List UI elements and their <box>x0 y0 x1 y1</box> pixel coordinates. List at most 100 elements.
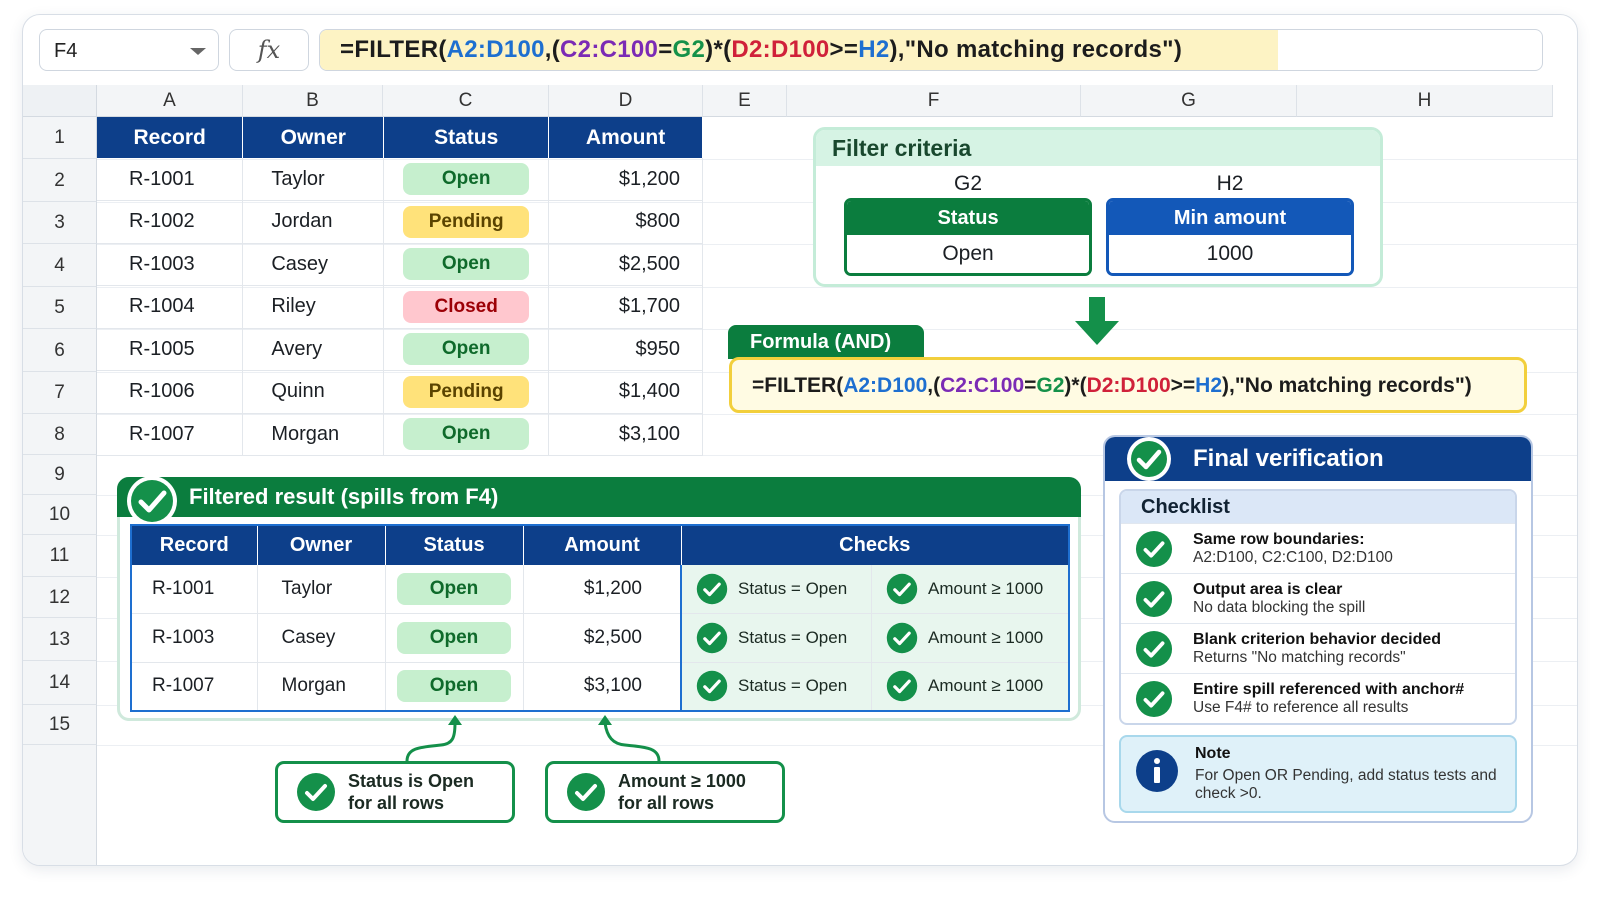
checklist-item: Entire spill referenced with anchor# Use … <box>1121 673 1515 723</box>
row-header[interactable]: 15 <box>23 705 97 745</box>
formula-token: D2:D100 <box>1086 374 1171 397</box>
record-cell[interactable]: R-1002 <box>97 200 244 244</box>
amount-criterion-cell[interactable]: Min amount 1000 <box>1106 198 1354 276</box>
header-record[interactable]: Record <box>97 117 244 158</box>
owner-cell[interactable]: Quinn <box>242 370 385 414</box>
status-cell[interactable]: Open <box>385 565 524 614</box>
column-header[interactable]: G <box>1081 85 1297 117</box>
status-criterion-value[interactable]: Open <box>847 235 1089 273</box>
record-cell[interactable]: R-1007 <box>97 413 244 456</box>
column-header[interactable]: D <box>549 85 703 117</box>
record-cell[interactable]: R-1004 <box>97 285 244 329</box>
amount-cell[interactable]: $1,200 <box>548 158 703 201</box>
row-header[interactable]: 8 <box>23 414 97 455</box>
row-header[interactable]: 6 <box>23 329 97 372</box>
amount-criterion-value[interactable]: 1000 <box>1109 235 1351 273</box>
checklist-title: Checklist <box>1121 491 1515 523</box>
row-header[interactable]: 3 <box>23 202 97 244</box>
column-header[interactable]: A <box>97 85 243 117</box>
record-cell[interactable]: R-1001 <box>131 565 258 614</box>
amount-cell[interactable]: $3,100 <box>523 662 682 711</box>
column-header[interactable]: E <box>703 85 787 117</box>
record-cell[interactable]: R-1001 <box>97 158 244 201</box>
result-header-record[interactable]: Record <box>131 525 258 565</box>
amount-cell[interactable]: $2,500 <box>548 243 703 286</box>
record-cell[interactable]: R-1003 <box>97 243 244 286</box>
row-header[interactable]: 13 <box>23 618 97 661</box>
table-row: R-1004 Riley Closed $1,700 <box>97 285 703 329</box>
status-cell[interactable]: Open <box>383 158 550 201</box>
status-criterion-cell[interactable]: Status Open <box>844 198 1092 276</box>
row-header[interactable]: 5 <box>23 287 97 329</box>
row-header[interactable]: 4 <box>23 244 97 287</box>
row-header[interactable]: 2 <box>23 159 97 202</box>
row-header[interactable]: 12 <box>23 577 97 618</box>
check-status-cell: Status = Open <box>680 613 873 663</box>
row-header[interactable]: 7 <box>23 372 97 414</box>
formula-card-text: =FILTER(A2:D100,(C2:C100=G2)*(D2:D100>=H… <box>752 360 1472 412</box>
record-cell[interactable]: R-1005 <box>97 328 244 371</box>
select-all-corner[interactable] <box>23 85 97 117</box>
check-circle-icon <box>567 773 605 811</box>
owner-cell[interactable]: Avery <box>242 328 385 371</box>
record-cell[interactable]: R-1007 <box>131 662 258 711</box>
result-header-status[interactable]: Status <box>385 525 524 565</box>
name-box[interactable]: F4 <box>39 29 219 71</box>
dropdown-caret-icon[interactable] <box>190 48 206 55</box>
amount-cell[interactable]: $1,400 <box>548 370 703 414</box>
callout-amount: Amount ≥ 1000 for all rows <box>545 761 785 823</box>
check-amount-cell: Amount ≥ 1000 <box>871 662 1070 711</box>
result-header-owner[interactable]: Owner <box>257 525 386 565</box>
result-header-amount[interactable]: Amount <box>523 525 682 565</box>
owner-cell[interactable]: Taylor <box>242 158 385 201</box>
status-cell[interactable]: Open <box>385 613 524 663</box>
formula-bar-input[interactable]: =FILTER(A2:D100,(C2:C100=G2)*(D2:D100>=H… <box>319 29 1543 71</box>
column-header[interactable]: C <box>383 85 549 117</box>
fx-icon[interactable]: fx <box>229 29 309 71</box>
final-verification-header: Final verification <box>1105 437 1531 481</box>
check-circle-icon <box>1135 680 1173 717</box>
header-owner[interactable]: Owner <box>242 117 385 158</box>
formula-token: = <box>658 36 673 63</box>
status-cell[interactable]: Open <box>383 328 550 371</box>
row-header[interactable]: 14 <box>23 661 97 705</box>
amount-cell[interactable]: $1,700 <box>548 285 703 329</box>
owner-cell[interactable]: Taylor <box>257 565 386 614</box>
status-badge: Open <box>397 621 511 654</box>
amount-cell[interactable]: $2,500 <box>523 613 682 663</box>
header-amount[interactable]: Amount <box>548 117 703 158</box>
callout-amount-line1: Amount ≥ 1000 <box>618 771 746 791</box>
status-cell[interactable]: Pending <box>383 200 550 244</box>
row-header[interactable]: 10 <box>23 495 97 535</box>
row-header[interactable]: 1 <box>23 117 97 159</box>
owner-cell[interactable]: Riley <box>242 285 385 329</box>
status-cell[interactable]: Open <box>383 243 550 286</box>
status-cell[interactable]: Open <box>383 413 550 456</box>
arrow-down-icon <box>1075 297 1119 345</box>
amount-cell[interactable]: $3,100 <box>548 413 703 456</box>
status-cell[interactable]: Open <box>385 662 524 711</box>
amount-cell[interactable]: $800 <box>548 200 703 244</box>
column-header[interactable]: H <box>1297 85 1553 117</box>
row-header[interactable]: 11 <box>23 535 97 577</box>
record-cell[interactable]: R-1006 <box>97 370 244 414</box>
amount-cell[interactable]: $1,200 <box>523 565 682 614</box>
amount-cell[interactable]: $950 <box>548 328 703 371</box>
record-cell[interactable]: R-1003 <box>131 613 258 663</box>
status-cell[interactable]: Closed <box>383 285 550 329</box>
owner-cell[interactable]: Morgan <box>257 662 386 711</box>
owner-cell[interactable]: Jordan <box>242 200 385 244</box>
owner-cell[interactable]: Casey <box>242 243 385 286</box>
formula-token: ),"No matching records") <box>1222 374 1472 397</box>
status-badge: Pending <box>403 375 530 408</box>
owner-cell[interactable]: Morgan <box>242 413 385 456</box>
row-header[interactable]: 9 <box>23 455 97 495</box>
status-cell[interactable]: Pending <box>383 370 550 414</box>
owner-cell[interactable]: Casey <box>257 613 386 663</box>
column-header[interactable]: B <box>243 85 383 117</box>
header-status[interactable]: Status <box>383 117 550 158</box>
callout-amount-line2: for all rows <box>618 793 715 813</box>
check-status-label: Status = Open <box>738 676 848 695</box>
column-header[interactable]: F <box>787 85 1081 117</box>
result-header-checks[interactable]: Checks <box>681 525 1070 565</box>
